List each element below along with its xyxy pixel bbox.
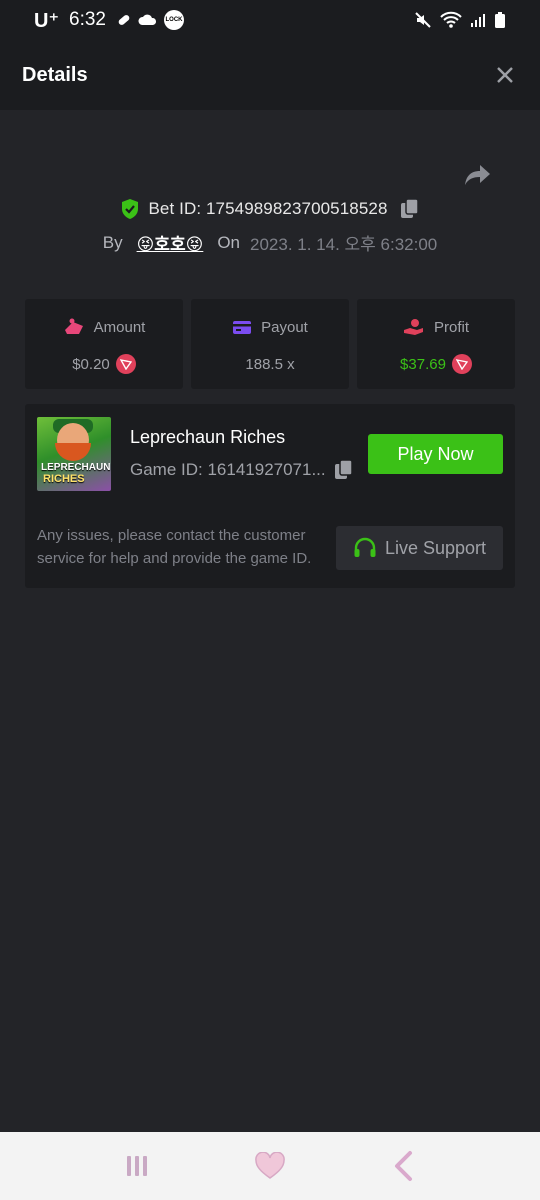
header-bar: Details bbox=[0, 40, 540, 110]
signal-icon bbox=[471, 14, 485, 27]
payout-label: Payout bbox=[261, 318, 308, 336]
share-button[interactable] bbox=[460, 158, 494, 192]
copy-game-id-button[interactable] bbox=[334, 459, 354, 481]
system-nav-bar bbox=[0, 1132, 540, 1200]
lock-badge-icon: LOCK bbox=[163, 10, 184, 30]
game-card: LEPRECHAUN RICHES Leprechaun Riches Game… bbox=[25, 404, 515, 588]
live-support-label: Live Support bbox=[384, 537, 487, 558]
profit-card: Profit $37.69 bbox=[357, 299, 515, 389]
close-icon bbox=[497, 67, 513, 83]
money-bag-icon bbox=[64, 318, 83, 334]
cloud-icon bbox=[138, 14, 157, 25]
copy-bet-id-button[interactable] bbox=[400, 198, 420, 220]
game-name: Leprechaun Riches bbox=[130, 427, 286, 447]
thumb-title-line1: LEPRECHAUN bbox=[41, 462, 111, 473]
trx-coin-icon bbox=[451, 354, 472, 374]
support-help-text: Any issues, please contact the customer … bbox=[37, 527, 312, 567]
card-icon bbox=[233, 321, 252, 334]
share-arrow-icon bbox=[465, 165, 490, 185]
status-time: 6:32 bbox=[69, 9, 106, 30]
trx-coin-icon bbox=[115, 354, 136, 374]
heart-home-icon bbox=[255, 1152, 285, 1179]
by-label: By bbox=[102, 232, 123, 252]
game-id-text: Game ID: 16141927071... bbox=[130, 460, 326, 479]
profit-value: $37.69 bbox=[400, 355, 446, 373]
headset-icon bbox=[354, 537, 376, 557]
amount-label: Amount bbox=[93, 318, 146, 336]
thumb-title-line2: RICHES bbox=[43, 473, 85, 485]
recent-apps-icon bbox=[126, 1156, 147, 1176]
bet-date: 2023. 1. 14. 오후 6:32:00 bbox=[250, 235, 438, 254]
game-thumbnail[interactable]: LEPRECHAUN RICHES bbox=[37, 417, 111, 491]
back-chevron-icon bbox=[395, 1151, 413, 1181]
pill-icon bbox=[118, 15, 130, 25]
status-bar: U⁺ 6:32 LOCK bbox=[0, 0, 540, 40]
username-link[interactable]: 😝호호😝 bbox=[137, 230, 204, 255]
home-button[interactable] bbox=[240, 1141, 300, 1191]
amount-value: $0.20 bbox=[72, 355, 110, 373]
recent-apps-button[interactable] bbox=[107, 1141, 167, 1191]
page-title: Details bbox=[22, 63, 88, 86]
play-now-button[interactable]: Play Now bbox=[368, 434, 503, 474]
bet-author-row: By 😝호호😝 On 2023. 1. 14. 오후 6:32:00 bbox=[0, 230, 540, 255]
battery-icon bbox=[495, 12, 505, 28]
payout-card: Payout 188.5 x bbox=[191, 299, 349, 389]
copy-icon bbox=[400, 198, 419, 218]
bet-id-row: Bet ID: 1754989823700518528 bbox=[0, 198, 540, 220]
back-button[interactable] bbox=[373, 1141, 433, 1191]
game-id-row: Game ID: 16141927071... bbox=[130, 459, 354, 481]
hand-coin-icon bbox=[403, 319, 423, 335]
on-label: On bbox=[217, 232, 240, 252]
bet-id-text: Bet ID: 1754989823700518528 bbox=[148, 199, 388, 218]
close-button[interactable] bbox=[492, 62, 518, 88]
carrier-label: U⁺ bbox=[34, 9, 59, 32]
shield-check-icon bbox=[122, 199, 139, 219]
bet-stats: Amount $0.20 Payout 188.5 x Profit $37.6… bbox=[25, 299, 515, 389]
live-support-button[interactable]: Live Support bbox=[336, 526, 503, 570]
profit-label: Profit bbox=[433, 318, 469, 336]
copy-icon bbox=[334, 459, 353, 479]
thumb-beard bbox=[55, 443, 91, 461]
payout-value: 188.5 x bbox=[245, 355, 295, 373]
mute-icon bbox=[415, 12, 431, 28]
wifi-icon bbox=[440, 11, 462, 28]
amount-card: Amount $0.20 bbox=[25, 299, 183, 389]
